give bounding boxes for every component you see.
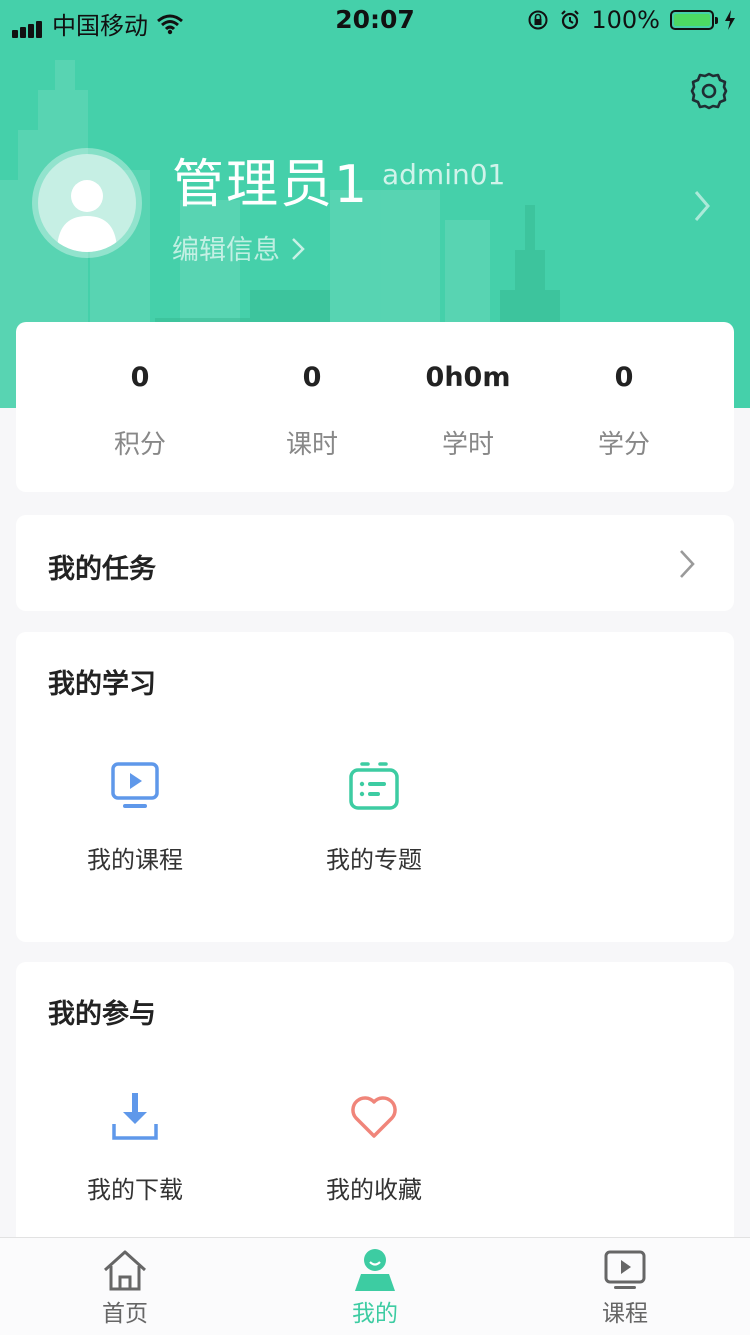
bottom-tab-bar: 首页 我的 课程 <box>0 1237 750 1335</box>
my-topics-entry[interactable]: 我的专题 <box>274 760 474 875</box>
account-id: admin01 <box>382 158 506 191</box>
my-courses-label: 我的课程 <box>87 846 183 874</box>
section-title: 我的学习 <box>48 669 156 700</box>
avatar[interactable] <box>32 148 142 258</box>
profile-chevron-right-icon[interactable] <box>690 188 714 224</box>
my-downloads-entry[interactable]: 我的下载 <box>35 1090 235 1205</box>
stat-label: 课时 <box>285 430 338 460</box>
edit-profile-link[interactable]: 编辑信息 <box>172 228 307 267</box>
section-title: 我的参与 <box>48 999 156 1030</box>
stat-label: 学分 <box>597 430 650 460</box>
stat-value: 0 <box>614 362 634 393</box>
course-icon <box>111 762 159 808</box>
my-downloads-label: 我的下载 <box>87 1176 183 1204</box>
my-favorites-entry[interactable]: 我的收藏 <box>274 1090 474 1205</box>
stat-value: 0 <box>302 362 322 393</box>
my-tasks-label: 我的任务 <box>48 554 156 585</box>
alarm-icon <box>561 10 580 30</box>
stat-label: 学时 <box>441 430 494 460</box>
tab-home-label: 首页 <box>102 1301 148 1327</box>
download-icon <box>112 1093 158 1140</box>
chevron-right-icon <box>680 550 695 578</box>
tab-mine-label: 我的 <box>352 1301 398 1327</box>
stat-value: 0h0m <box>425 362 511 393</box>
profile-icon <box>355 1249 395 1291</box>
tab-mine[interactable]: 我的 <box>300 1248 450 1328</box>
my-participation-section: 我的参与 我的下载 我的收藏 <box>16 962 734 1262</box>
topic-icon <box>349 762 399 810</box>
heart-icon <box>351 1096 397 1138</box>
my-study-section: 我的学习 我的课程 我的专题 <box>16 632 734 942</box>
my-favorites-label: 我的收藏 <box>326 1176 422 1204</box>
my-tasks-row[interactable]: 我的任务 <box>16 515 734 611</box>
rotation-lock-icon <box>528 10 548 30</box>
user-silhouette-icon <box>57 180 117 252</box>
tab-home[interactable]: 首页 <box>50 1248 200 1328</box>
course-tab-icon <box>604 1250 646 1289</box>
tab-courses-label: 课程 <box>602 1301 648 1327</box>
charging-bolt-icon <box>725 10 735 30</box>
my-courses-entry[interactable]: 我的课程 <box>35 760 235 875</box>
my-topics-label: 我的专题 <box>326 846 422 874</box>
tab-courses[interactable]: 课程 <box>550 1248 700 1328</box>
status-bar: 中国移动 20:07 100% <box>0 0 750 40</box>
home-icon <box>103 1250 147 1291</box>
stat-value: 0 <box>130 362 150 393</box>
chevron-right-icon <box>291 238 305 260</box>
user-name: 管理员1 <box>172 155 370 215</box>
edit-profile-label: 编辑信息 <box>172 235 280 266</box>
stats-card: 0 积分 0 课时 0h0m 学时 0 学分 <box>16 322 734 492</box>
battery-percent: 100% <box>591 6 660 34</box>
stat-label: 积分 <box>113 430 166 460</box>
battery-icon <box>670 10 718 30</box>
settings-gear-icon[interactable] <box>688 70 730 112</box>
